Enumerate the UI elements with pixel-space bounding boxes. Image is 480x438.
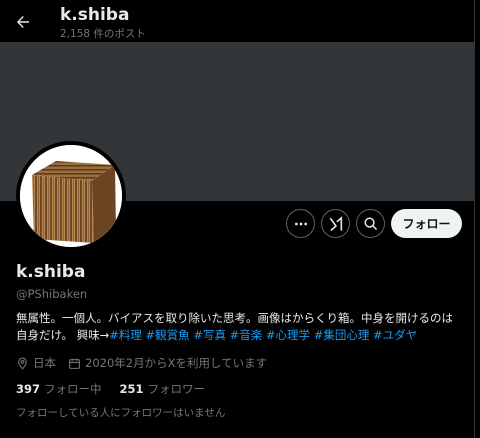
hashtag-link[interactable]: #ユダヤ xyxy=(373,328,417,342)
profile-meta: 日本 2020年2月からXを利用しています xyxy=(16,355,279,371)
location-text: 日本 xyxy=(33,356,56,370)
following-link[interactable]: 397 フォロー中 xyxy=(16,381,102,397)
profile-page: k.shiba 2,158 件のポスト フォロー k.shiba @PShiba… xyxy=(0,0,475,438)
top-bar: k.shiba 2,158 件のポスト xyxy=(0,0,474,42)
display-name: k.shiba xyxy=(16,262,86,282)
post-count: 2,158 件のポスト xyxy=(60,28,146,40)
location: 日本 xyxy=(16,355,56,371)
bio: 無属性。一個人。バイアスを取り除いた思考。画像はからくり箱。中身を開けるのは自身… xyxy=(16,310,464,344)
hashtag-link[interactable]: #集団心理 xyxy=(314,328,370,342)
calendar-icon xyxy=(69,358,80,369)
more-button[interactable] xyxy=(286,209,315,238)
followers-label: フォロワー xyxy=(147,382,206,396)
following-label: フォロー中 xyxy=(44,382,102,396)
follow-stats: 397 フォロー中 251 フォロワー xyxy=(16,381,223,397)
arrow-left-icon xyxy=(17,16,29,28)
search-icon xyxy=(364,217,377,230)
hashtag-link[interactable]: #音楽 xyxy=(230,328,263,342)
join-date-text: 2020年2月からXを利用しています xyxy=(85,356,268,370)
user-handle: @PShibaken xyxy=(16,287,88,301)
grok-icon xyxy=(329,215,342,231)
followers-link[interactable]: 251 フォロワー xyxy=(120,381,206,397)
hashtag-link[interactable]: #写真 xyxy=(193,328,226,342)
hashtag-link[interactable]: #料理 xyxy=(109,328,142,342)
avatar[interactable] xyxy=(16,141,126,251)
follow-button[interactable]: フォロー xyxy=(391,209,462,238)
search-button[interactable] xyxy=(356,209,385,238)
header-title: k.shiba xyxy=(60,5,130,25)
hashtag-link[interactable]: #心理学 xyxy=(266,328,310,342)
following-count: 397 xyxy=(16,382,41,396)
location-pin-icon xyxy=(18,357,27,370)
more-icon xyxy=(294,222,307,225)
mutual-followers-note: フォローしている人にフォロワーはいません xyxy=(16,407,226,419)
back-button[interactable] xyxy=(10,9,36,35)
grok-button[interactable] xyxy=(321,209,350,238)
avatar-image xyxy=(20,145,122,247)
hashtag-link[interactable]: #観賞魚 xyxy=(146,328,190,342)
join-date: 2020年2月からXを利用しています xyxy=(68,355,267,371)
followers-count: 251 xyxy=(119,382,144,396)
